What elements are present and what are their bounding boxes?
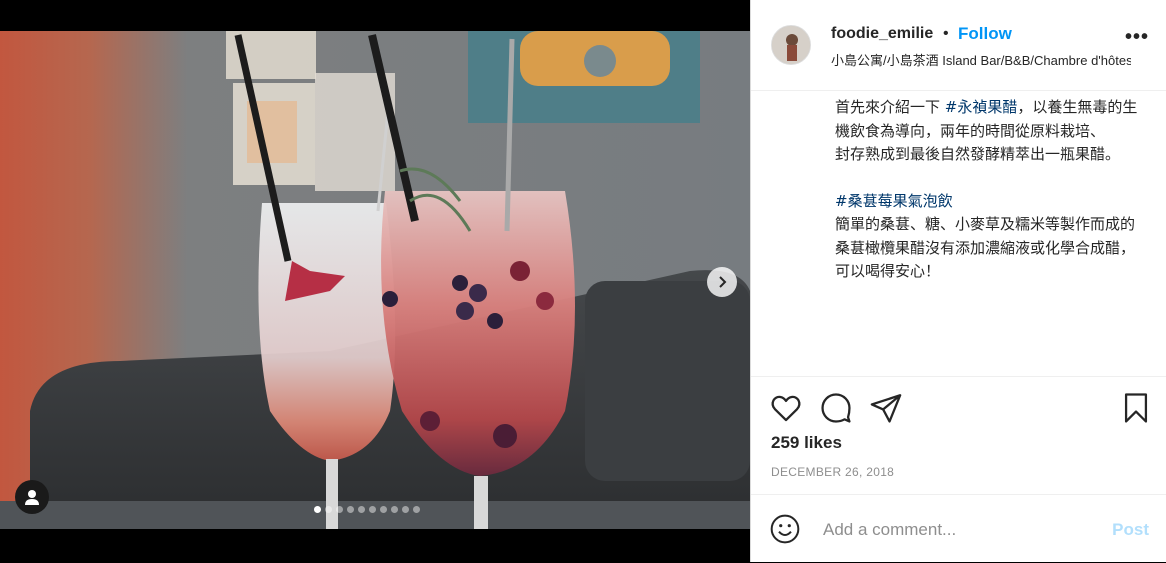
caption-line: #桑葚莓果氣泡飲: [835, 190, 1145, 214]
share-button[interactable]: [869, 391, 903, 425]
chevron-right-icon: [719, 276, 727, 288]
bookmark-icon: [1124, 393, 1148, 423]
post-comment-button[interactable]: Post: [1112, 520, 1149, 540]
more-options-button[interactable]: •••: [1125, 27, 1149, 52]
likes-count[interactable]: 259 likes: [771, 433, 842, 453]
comment-icon: [821, 393, 851, 423]
heart-icon: [771, 395, 801, 422]
caption-spacer: [835, 167, 1145, 190]
avatar-image: [772, 26, 810, 64]
caption-line: 桑葚橄欖果醋沒有添加濃縮液或化學合成醋，: [835, 238, 1136, 257]
next-slide-button[interactable]: [707, 267, 737, 297]
carousel-dot: [391, 506, 398, 513]
carousel-dot: [314, 506, 321, 513]
carousel-dot: [347, 506, 354, 513]
avatar[interactable]: [771, 25, 811, 65]
caption-line: 可以喝得安心！: [835, 262, 941, 280]
emoji-button[interactable]: [769, 513, 801, 545]
emoji-icon: [770, 514, 800, 544]
caption-line: 封存熟成到最後自然發酵精萃出一瓶果醋。: [835, 145, 1121, 163]
cocktail-photo: [0, 31, 750, 529]
comment-button[interactable]: [819, 391, 853, 425]
follow-button[interactable]: Follow: [958, 24, 1012, 44]
post-header: foodie_emilie • Follow 小島公寓/小島茶酒 Island …: [751, 0, 1166, 91]
carousel-dot: [336, 506, 343, 513]
like-button[interactable]: [769, 391, 803, 425]
comment-input[interactable]: [821, 517, 1095, 543]
post-date[interactable]: DECEMBER 26, 2018: [771, 465, 894, 479]
post-photo[interactable]: [0, 31, 750, 529]
separator-dot: •: [943, 25, 949, 42]
carousel-dot: [413, 506, 420, 513]
post-caption: 首先來介紹一下 #永禎果醋，以養生無毒的生機飲食為導向，兩年的時間從原料栽培、 …: [835, 96, 1145, 376]
caption-paragraph-1: 首先來介紹一下 #永禎果醋，以養生無毒的生機飲食為導向，兩年的時間從原料栽培、: [835, 96, 1145, 143]
carousel-dot: [380, 506, 387, 513]
comment-bar: Post: [751, 494, 1166, 563]
save-button[interactable]: [1119, 391, 1153, 425]
username-link[interactable]: foodie_emilie: [831, 25, 933, 43]
carousel-dot: [358, 506, 365, 513]
user-tag-icon: [25, 490, 39, 505]
post-side-panel: foodie_emilie • Follow 小島公寓/小島茶酒 Island …: [750, 0, 1166, 562]
location-link[interactable]: 小島公寓/小島茶酒 Island Bar/B&B/Chambre d'hôtes: [831, 50, 1131, 69]
post-media: [0, 0, 750, 562]
more-icon: •••: [1125, 26, 1150, 48]
carousel-dot: [402, 506, 409, 513]
carousel-dot: [325, 506, 332, 513]
hashtag-link[interactable]: #永禎果醋: [945, 98, 1018, 116]
caption-text: 首先來介紹一下: [835, 98, 945, 116]
hashtag-link[interactable]: #桑葚莓果氣泡飲: [835, 192, 953, 210]
carousel-dot: [369, 506, 376, 513]
action-bar: [751, 376, 1166, 437]
user-tag-button[interactable]: [15, 480, 49, 514]
caption-line: 簡單的桑葚、糖、小麥草及糯米等製作而成的: [835, 215, 1136, 233]
share-icon: [870, 394, 902, 423]
carousel-indicator: [314, 506, 420, 514]
